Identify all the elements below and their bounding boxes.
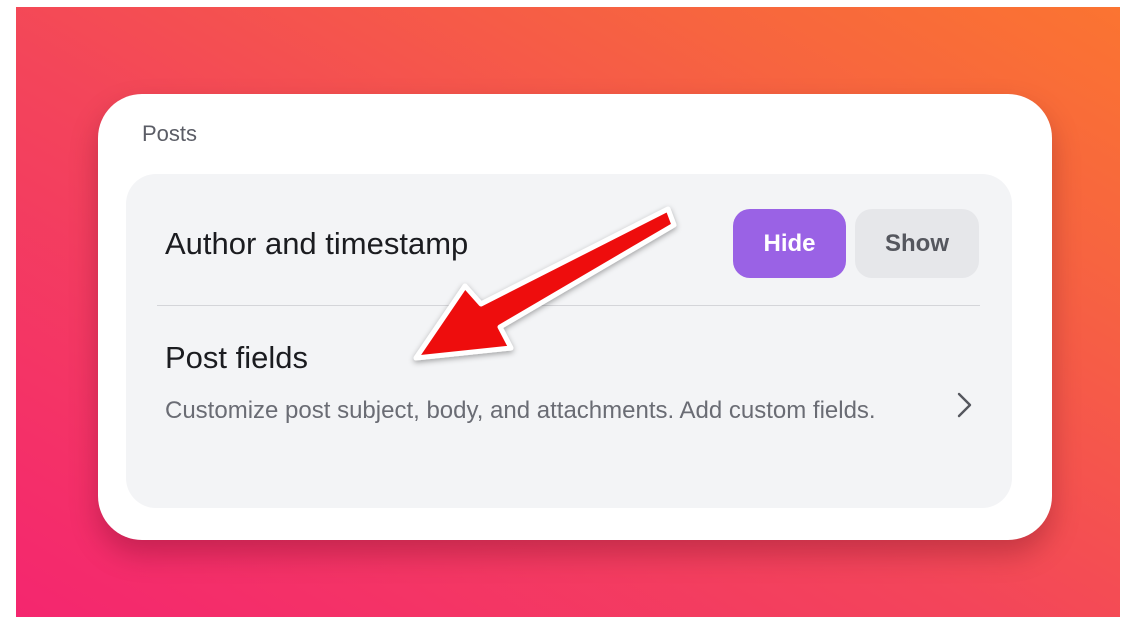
post-fields-title: Post fields — [165, 340, 309, 375]
show-button[interactable]: Show — [855, 209, 979, 278]
hide-button[interactable]: Hide — [733, 209, 846, 278]
post-fields-description: Customize post subject, body, and attach… — [165, 397, 876, 424]
section-label-posts: Posts — [142, 121, 198, 146]
chevron-right-icon[interactable] — [950, 388, 980, 422]
red-arrow-annotation-icon — [413, 206, 677, 361]
